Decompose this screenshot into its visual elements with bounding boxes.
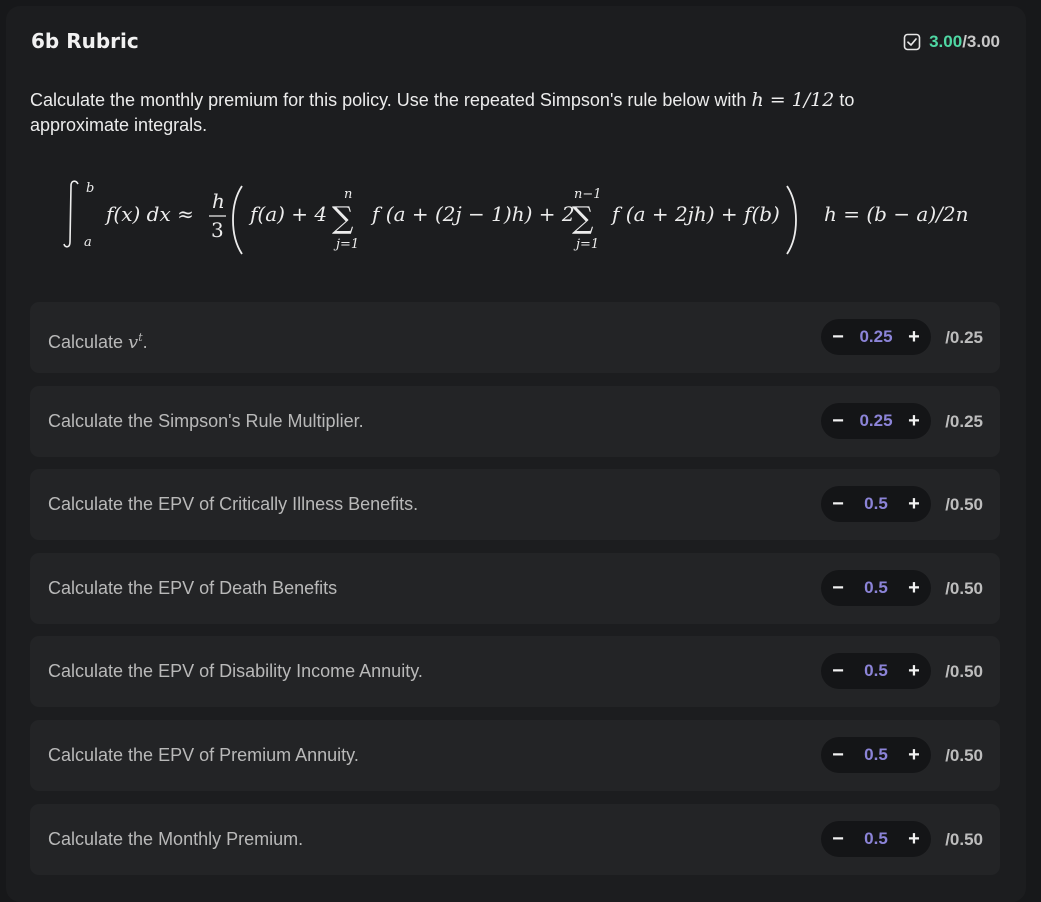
decrement-button[interactable]: −: [831, 737, 845, 773]
svg-text:h = (b − a)/2n: h = (b − a)/2n: [824, 202, 969, 226]
decrement-button[interactable]: −: [831, 821, 845, 857]
svg-text:∑: ∑: [332, 201, 354, 236]
max-score: /0.25: [945, 328, 983, 347]
score-value: 0.5: [864, 744, 888, 764]
score-stepper: − 0.5 +: [821, 820, 931, 857]
rubric-item-label: Calculate the EPV of Critically Illness …: [48, 494, 419, 515]
max-score: /0.50: [945, 829, 983, 849]
svg-text:a: a: [84, 235, 92, 250]
rubric-title: 6b Rubric: [31, 29, 139, 53]
score-earned: 3.00: [929, 32, 963, 51]
description-math: h = 1/12: [751, 89, 835, 111]
max-score: /0.50: [945, 745, 983, 765]
svg-text:h: h: [212, 189, 225, 213]
increment-button[interactable]: +: [907, 653, 921, 689]
svg-text:f(a) + 4: f(a) + 4: [248, 202, 327, 226]
score-value: 0.5: [864, 661, 888, 681]
decrement-button[interactable]: −: [831, 570, 845, 606]
score-stepper: − 0.5 +: [821, 736, 931, 773]
rubric-item: Calculate the Monthly Premium. − 0.5 + /…: [30, 803, 1000, 875]
rubric-item-label: Calculate the EPV of Disability Income A…: [48, 661, 423, 682]
description-text: Calculate the monthly premium for this p…: [30, 90, 752, 110]
score-value: 0.25: [859, 410, 893, 430]
max-score: /0.50: [945, 578, 983, 598]
svg-text:n: n: [344, 187, 352, 202]
score-total: /3.00: [962, 32, 1000, 51]
svg-text:∑: ∑: [572, 201, 594, 236]
decrement-button[interactable]: −: [831, 486, 845, 522]
rubric-item: Calculate the EPV of Death Benefits − 0.…: [30, 552, 1000, 624]
rubric-item: Calculate the EPV of Premium Annuity. − …: [30, 719, 1000, 791]
question-description: Calculate the monthly premium for this p…: [30, 88, 910, 138]
increment-button[interactable]: +: [907, 570, 921, 606]
decrement-button[interactable]: −: [831, 319, 845, 355]
score-value: 0.25: [859, 327, 893, 346]
rubric-item-label: Calculate the Monthly Premium.: [48, 828, 304, 849]
increment-button[interactable]: +: [907, 821, 921, 857]
checkbox-check-icon: [903, 33, 921, 51]
svg-text:f (a + (2j − 1)h) + 2: f (a + (2j − 1)h) + 2: [370, 202, 575, 226]
increment-button[interactable]: +: [907, 486, 921, 522]
max-score: /0.50: [945, 662, 983, 682]
score-stepper: − 0.25 +: [821, 402, 931, 439]
rubric-item: Calculate the Simpson's Rule Multiplier.…: [30, 385, 1000, 457]
simpson-formula: b a f(x) dx ≈ h 3 f(a) + 4 n ∑ j=1 f (a …: [62, 176, 982, 266]
score-stepper: − 0.25 +: [821, 319, 931, 355]
score-stepper: − 0.5 +: [821, 569, 931, 606]
discount-factor-math: vt: [128, 331, 143, 353]
svg-text:3: 3: [211, 218, 224, 242]
decrement-button[interactable]: −: [831, 653, 845, 689]
rubric-item-label: Calculate vt.: [48, 331, 148, 353]
simpson-formula-graphic: b a f(x) dx ≈ h 3 f(a) + 4 n ∑ j=1 f (a …: [63, 180, 969, 255]
max-score: /0.50: [945, 495, 983, 515]
increment-button[interactable]: +: [907, 403, 921, 439]
rubric-item: Calculate the EPV of Critically Illness …: [30, 469, 1000, 541]
score-stepper: − 0.5 +: [821, 653, 931, 690]
svg-text:f(x) dx ≈: f(x) dx ≈: [104, 202, 194, 226]
decrement-button[interactable]: −: [831, 403, 845, 439]
score-value: 0.5: [864, 577, 888, 597]
svg-text:n−1: n−1: [574, 187, 602, 202]
rubric-card: 6b Rubric 3.00/3.00 Calculate the monthl…: [6, 6, 1026, 902]
rubric-item: Calculate the EPV of Disability Income A…: [30, 636, 1000, 708]
rubric-item-label: Calculate the EPV of Death Benefits: [48, 577, 338, 598]
svg-text:f (a + 2jh) + f(b): f (a + 2jh) + f(b): [610, 202, 780, 226]
rubric-item-label: Calculate the Simpson's Rule Multiplier.: [48, 410, 364, 431]
increment-button[interactable]: +: [907, 737, 921, 773]
total-score: 3.00/3.00: [903, 32, 1000, 52]
svg-text:j=1: j=1: [573, 237, 599, 252]
rubric-items: Calculate vt. − 0.25 + /0.25 Calculate t…: [30, 302, 1000, 887]
increment-button[interactable]: +: [907, 319, 921, 355]
score-value: 0.5: [864, 494, 888, 514]
rubric-item: Calculate vt. − 0.25 + /0.25: [30, 302, 1000, 373]
svg-text:j=1: j=1: [333, 237, 359, 252]
rubric-item-label: Calculate the EPV of Premium Annuity.: [48, 744, 359, 765]
max-score: /0.25: [945, 411, 983, 431]
svg-text:b: b: [86, 181, 94, 196]
score-stepper: − 0.5 +: [821, 486, 931, 523]
score-value: 0.5: [864, 828, 888, 848]
